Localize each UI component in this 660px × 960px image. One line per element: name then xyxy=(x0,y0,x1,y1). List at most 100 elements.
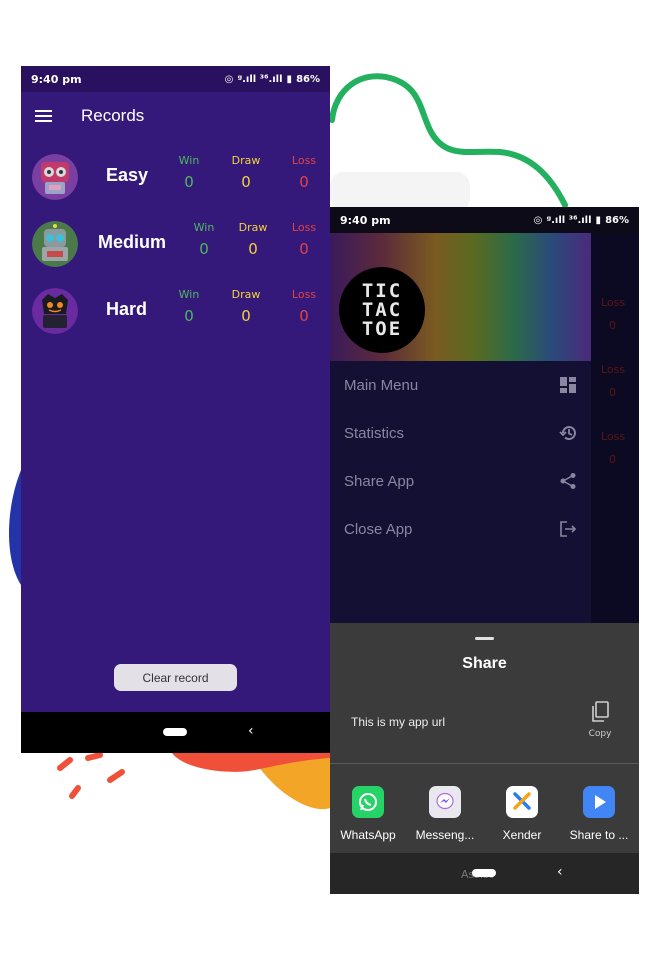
background-card xyxy=(330,172,470,212)
level-name-medium: Medium xyxy=(98,232,167,252)
battery-icon: ▮ xyxy=(286,73,293,85)
drawer-header: TIC TAC TOE xyxy=(330,233,591,361)
home-button[interactable] xyxy=(472,869,496,877)
win-column: Win 0 xyxy=(164,154,214,191)
easy-robot-avatar xyxy=(32,154,78,200)
share-preview-text: This is my app url xyxy=(351,715,446,729)
signal-icon: ᵍ.ıll ³⁶.ıll xyxy=(546,214,592,226)
drawer-item-share-app[interactable]: Share App xyxy=(330,457,591,505)
drawer-item-label: Close App xyxy=(344,520,413,538)
drawer-item-statistics[interactable]: Statistics xyxy=(330,409,591,457)
loss-count: 0 xyxy=(609,453,616,466)
battery-percent: 86% xyxy=(605,214,629,226)
red-dash xyxy=(107,769,125,783)
share-target-xender[interactable]: Xender xyxy=(484,786,560,846)
blue-blob xyxy=(9,470,21,585)
copy-icon xyxy=(592,701,609,722)
battery-percent: 86% xyxy=(296,73,320,85)
level-name-easy: Easy xyxy=(106,165,149,185)
loss-count: 0 xyxy=(609,319,616,332)
loss-column: Loss 0 xyxy=(279,288,329,325)
share-target-label: Share to ... xyxy=(569,828,629,842)
app-bar: Records xyxy=(21,92,330,140)
level-name-hard: Hard xyxy=(106,299,148,319)
clear-record-button[interactable]: Clear record xyxy=(114,664,237,691)
red-dash xyxy=(85,752,103,761)
draw-label: Draw xyxy=(231,288,261,301)
hamburger-menu-icon[interactable] xyxy=(35,109,55,123)
drawer-item-label: Main Menu xyxy=(344,376,419,394)
logo-line: TIC xyxy=(361,279,403,302)
battery-icon: ▮ xyxy=(595,214,602,226)
back-button[interactable]: ‹ xyxy=(557,864,563,880)
whatsapp-icon xyxy=(352,786,384,818)
hotspot-icon: ◎ xyxy=(224,73,234,85)
logo-line: TAC xyxy=(361,298,403,321)
win-label: Win xyxy=(178,288,200,301)
record-row-medium: Medium Win 0 Draw 0 Loss 0 xyxy=(21,221,330,281)
draw-column: Draw 0 xyxy=(221,154,271,191)
dashboard-icon xyxy=(560,377,576,393)
navigation-bar: Assist ‹ xyxy=(330,853,639,894)
loss-label: Loss xyxy=(291,154,317,167)
screenshot-canvas: 9:40 pm ◎ ᵍ.ıll ³⁶.ıll ▮ 86% Records Eas… xyxy=(0,0,660,960)
loss-label: Loss xyxy=(291,221,317,234)
draw-count: 0 xyxy=(241,173,251,191)
share-target-whatsapp[interactable]: WhatsApp xyxy=(330,786,406,846)
win-column: Win 0 xyxy=(179,221,229,258)
draw-label: Draw xyxy=(238,221,268,234)
hard-robot-avatar xyxy=(32,288,78,334)
home-button[interactable] xyxy=(163,728,187,736)
loss-label: Loss xyxy=(601,363,626,376)
share-target-share-to[interactable]: Share to ... xyxy=(561,786,637,846)
drawer-item-close-app[interactable]: Close App xyxy=(330,505,591,553)
drawer-item-main-menu[interactable]: Main Menu xyxy=(330,361,591,409)
record-row-hard: Hard Win 0 Draw 0 Loss 0 xyxy=(21,288,330,348)
loss-label: Loss xyxy=(601,296,626,309)
loss-count: 0 xyxy=(609,386,616,399)
record-row-easy: Easy Win 0 Draw 0 Loss 0 xyxy=(21,154,330,214)
share-target-label: Xender xyxy=(502,828,542,842)
status-time: 9:40 pm xyxy=(340,213,391,227)
win-count: 0 xyxy=(184,173,194,191)
copy-button[interactable]: Copy xyxy=(582,701,618,741)
status-bar: 9:40 pm ◎ ᵍ.ıll ³⁶.ıll ▮ 86% xyxy=(330,207,639,233)
sheet-drag-handle[interactable] xyxy=(475,637,494,640)
history-icon xyxy=(559,426,576,441)
xender-icon xyxy=(506,786,538,818)
sheet-divider xyxy=(330,763,639,764)
drawer-item-label: Share App xyxy=(344,472,415,490)
win-column: Win 0 xyxy=(164,288,214,325)
share-sheet: Share This is my app url Copy WhatsApp M… xyxy=(330,623,639,853)
share-target-label: WhatsApp xyxy=(340,828,396,842)
draw-column: Draw 0 xyxy=(221,288,271,325)
tic-tac-toe-logo: TIC TAC TOE xyxy=(339,267,425,353)
loss-label: Loss xyxy=(291,288,317,301)
win-count: 0 xyxy=(184,307,194,325)
loss-column: Loss 0 xyxy=(279,221,329,258)
draw-count: 0 xyxy=(248,240,258,258)
navigation-bar: ‹ xyxy=(21,712,330,753)
share-sheet-title: Share xyxy=(462,655,507,672)
signal-icon: ᵍ.ıll ³⁶.ıll xyxy=(237,73,283,85)
records-screen: 9:40 pm ◎ ᵍ.ıll ³⁶.ıll ▮ 86% Records Eas… xyxy=(21,66,330,753)
loss-label: Loss xyxy=(601,430,626,443)
back-button[interactable]: ‹ xyxy=(248,723,254,739)
loss-column: Loss 0 xyxy=(279,154,329,191)
drawer-item-label: Statistics xyxy=(344,424,405,442)
win-label: Win xyxy=(193,221,215,234)
loss-count: 0 xyxy=(299,173,309,191)
status-icons: ◎ ᵍ.ıll ³⁶.ıll ▮ 86% xyxy=(534,215,629,226)
copy-label: Copy xyxy=(588,729,612,739)
status-icons: ◎ ᵍ.ıll ³⁶.ıll ▮ 86% xyxy=(225,74,320,85)
share-target-messenger[interactable]: Messeng... xyxy=(407,786,483,846)
loss-count: 0 xyxy=(299,240,309,258)
draw-label: Draw xyxy=(231,154,261,167)
play-arrow-icon xyxy=(583,786,615,818)
share-screen: 9:40 pm ◎ ᵍ.ıll ³⁶.ıll ▮ 86% Loss 0 Loss… xyxy=(330,207,639,894)
hotspot-icon: ◎ xyxy=(533,214,543,226)
exit-icon xyxy=(560,521,577,537)
loss-count: 0 xyxy=(299,307,309,325)
draw-count: 0 xyxy=(241,307,251,325)
red-dash xyxy=(69,785,81,799)
